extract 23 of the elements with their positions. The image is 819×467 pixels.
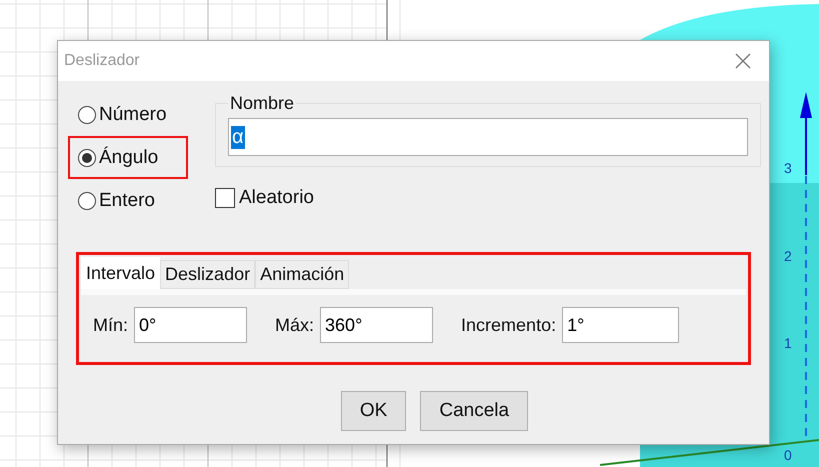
tab[interactable]: Intervalo	[81, 257, 160, 289]
axis-label: 0	[784, 447, 792, 463]
dialog-title: Deslizador	[64, 52, 140, 70]
cancel-button[interactable]: Cancela	[420, 391, 528, 431]
radio-button[interactable]: Ángulo	[78, 146, 158, 168]
field-label: Máx:	[275, 314, 314, 336]
axis-label: 1	[784, 335, 792, 351]
input-field[interactable]: 1°	[562, 307, 680, 343]
field-label: Incremento:	[461, 314, 556, 336]
input-field[interactable]: 360°	[320, 307, 434, 343]
input-field[interactable]: 0°	[134, 307, 248, 343]
field-label: Mín:	[93, 314, 128, 336]
close-icon[interactable]	[735, 53, 751, 69]
group-title: Nombre	[229, 93, 296, 114]
name-field[interactable]: α	[228, 118, 748, 156]
radio-button[interactable]: Entero	[78, 190, 155, 212]
axis-label: 2	[784, 248, 792, 264]
radio-button[interactable]: Número	[78, 104, 167, 126]
axis-label: 3	[784, 160, 792, 176]
checkbox[interactable]: Aleatorio	[215, 187, 761, 209]
ok-button[interactable]: OK	[340, 391, 406, 431]
tab[interactable]: Deslizador	[160, 260, 256, 289]
tab[interactable]: Animación	[255, 260, 350, 289]
